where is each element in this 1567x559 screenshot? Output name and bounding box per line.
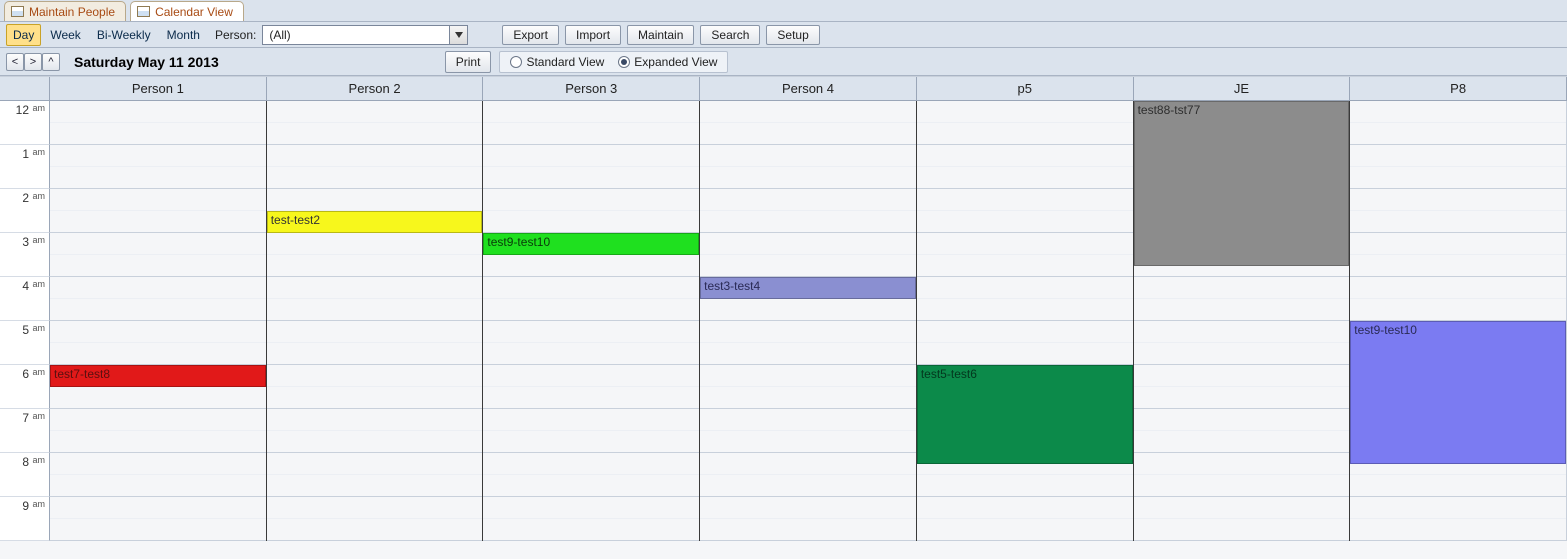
standard-view-radio[interactable]: Standard View — [510, 55, 604, 69]
calendar-column[interactable]: test-test2 — [267, 101, 484, 541]
maintain-button[interactable]: Maintain — [627, 25, 694, 45]
chevron-down-icon — [449, 26, 467, 44]
view-week-button[interactable]: Week — [43, 24, 87, 46]
form-icon — [11, 6, 24, 17]
column-header[interactable]: p5 — [917, 77, 1134, 101]
tab-label: Maintain People — [29, 5, 115, 19]
export-button[interactable]: Export — [502, 25, 559, 45]
calendar-column[interactable]: test7-test8 — [50, 101, 267, 541]
calendar-event[interactable]: test5-test6 — [917, 365, 1133, 464]
radio-icon — [510, 56, 522, 68]
radio-label: Expanded View — [634, 55, 717, 69]
calendar-column[interactable]: test9-test10 — [1350, 101, 1567, 541]
hour-label: 12am — [0, 101, 50, 145]
form-icon — [137, 6, 150, 17]
column-header[interactable]: P8 — [1350, 77, 1567, 101]
hour-label: 7am — [0, 409, 50, 453]
tab-calendar-view[interactable]: Calendar View — [130, 1, 244, 21]
hour-label: 9am — [0, 497, 50, 541]
column-header[interactable]: JE — [1134, 77, 1351, 101]
calendar-header: Person 1 Person 2 Person 3 Person 4 p5 J… — [0, 76, 1567, 101]
radio-icon — [618, 56, 630, 68]
setup-button[interactable]: Setup — [766, 25, 819, 45]
hour-label: 3am — [0, 233, 50, 277]
view-biweekly-button[interactable]: Bi-Weekly — [90, 24, 158, 46]
column-header[interactable]: Person 3 — [483, 77, 700, 101]
hour-label: 4am — [0, 277, 50, 321]
hour-label: 1am — [0, 145, 50, 189]
print-button[interactable]: Print — [445, 51, 492, 73]
calendar-column[interactable]: test5-test6 — [917, 101, 1134, 541]
hour-label: 5am — [0, 321, 50, 365]
calendar-corner — [0, 77, 50, 101]
calendar-event[interactable]: test9-test10 — [1350, 321, 1566, 464]
toolbar-secondary: < > ^ Saturday May 11 2013 Print Standar… — [0, 48, 1567, 76]
radio-label: Standard View — [526, 55, 604, 69]
column-header[interactable]: Person 1 — [50, 77, 267, 101]
current-date-title: Saturday May 11 2013 — [74, 54, 219, 70]
person-filter-select[interactable]: (All) — [262, 25, 468, 45]
hour-label: 2am — [0, 189, 50, 233]
calendar-column[interactable]: test3-test4 — [700, 101, 917, 541]
calendar-event[interactable]: test7-test8 — [50, 365, 266, 387]
expanded-view-radio[interactable]: Expanded View — [618, 55, 717, 69]
calendar-event[interactable]: test-test2 — [267, 211, 483, 233]
next-button[interactable]: > — [24, 53, 42, 71]
prev-button[interactable]: < — [6, 53, 24, 71]
view-style-radiogroup: Standard View Expanded View — [499, 51, 728, 73]
column-header[interactable]: Person 4 — [700, 77, 917, 101]
toolbar-primary: Day Week Bi-Weekly Month Person: (All) E… — [0, 22, 1567, 48]
calendar-column[interactable]: test88-tst77 — [1134, 101, 1351, 541]
view-day-button[interactable]: Day — [6, 24, 41, 46]
tab-maintain-people[interactable]: Maintain People — [4, 1, 126, 21]
search-button[interactable]: Search — [700, 25, 760, 45]
calendar-event[interactable]: test9-test10 — [483, 233, 699, 255]
person-filter-label: Person: — [215, 28, 256, 42]
tab-label: Calendar View — [155, 5, 233, 19]
column-header[interactable]: Person 2 — [267, 77, 484, 101]
time-gutter: 12am1am2am3am4am5am6am7am8am9am — [0, 101, 50, 541]
calendar-column[interactable]: test9-test10 — [483, 101, 700, 541]
calendar-body: 12am1am2am3am4am5am6am7am8am9am test7-te… — [0, 101, 1567, 541]
import-button[interactable]: Import — [565, 25, 621, 45]
calendar-event[interactable]: test3-test4 — [700, 277, 916, 299]
person-filter-value: (All) — [263, 28, 449, 42]
calendar-event[interactable]: test88-tst77 — [1134, 101, 1350, 266]
hour-label: 6am — [0, 365, 50, 409]
document-tabs: Maintain People Calendar View — [0, 0, 1567, 22]
view-month-button[interactable]: Month — [160, 24, 207, 46]
up-button[interactable]: ^ — [42, 53, 60, 71]
hour-label: 8am — [0, 453, 50, 497]
